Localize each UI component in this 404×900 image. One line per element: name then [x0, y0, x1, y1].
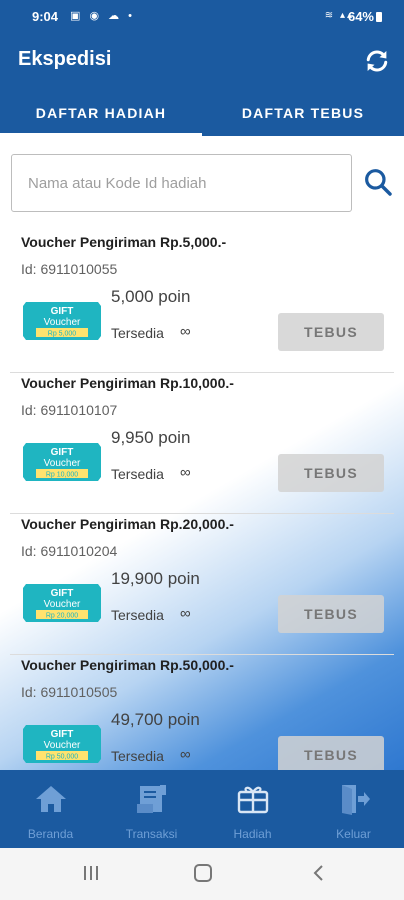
- gift-voucher-image: GIFT Voucher Rp 20,000: [23, 584, 101, 622]
- item-title: Voucher Pengiriman Rp.10,000.-: [21, 375, 234, 391]
- list-item: Voucher Pengiriman Rp.10,000.- Id: 69110…: [0, 373, 404, 514]
- bottom-nav: Beranda Transaksi Hadiah Keluar: [0, 770, 404, 848]
- nav-beranda[interactable]: Beranda: [0, 770, 101, 848]
- item-availability: Tersedia: [111, 325, 164, 341]
- item-title: Voucher Pengiriman Rp.5,000.-: [21, 234, 227, 250]
- item-id: Id: 6911010055: [21, 261, 118, 277]
- search-icon[interactable]: [362, 166, 394, 198]
- item-availability: Tersedia: [111, 466, 164, 482]
- voucher-gift-text: GIFT: [51, 447, 74, 458]
- tab-bar: DAFTAR HADIAH DAFTAR TEBUS: [0, 88, 404, 136]
- item-points: 5,000 poin: [111, 287, 191, 306]
- gift-voucher-image: GIFT Voucher Rp 5,000: [23, 302, 101, 340]
- recents-icon[interactable]: [82, 864, 100, 882]
- item-availability: Tersedia: [111, 748, 164, 764]
- item-id: Id: 6911010107: [21, 402, 118, 418]
- nav-transaksi[interactable]: Transaksi: [101, 770, 202, 848]
- tebus-button[interactable]: TEBUS: [278, 313, 384, 351]
- back-icon[interactable]: [309, 863, 329, 883]
- voucher-word-text: Voucher: [44, 740, 81, 751]
- voucher-gift-text: GIFT: [51, 729, 74, 740]
- item-availability: Tersedia: [111, 607, 164, 623]
- nav-label: Keluar: [336, 827, 371, 841]
- tebus-button[interactable]: TEBUS: [278, 454, 384, 492]
- item-stock: ∞: [180, 464, 191, 481]
- item-stock: ∞: [180, 323, 191, 340]
- nav-label: Hadiah: [233, 827, 272, 841]
- battery-icon: [376, 12, 382, 22]
- search-placeholder: Nama atau Kode Id hadiah: [28, 175, 207, 192]
- search-input[interactable]: Nama atau Kode Id hadiah: [11, 154, 352, 212]
- system-nav-bar: [0, 848, 404, 900]
- item-points: 9,950 poin: [111, 428, 191, 447]
- nav-label: Beranda: [27, 827, 74, 841]
- tab-daftar-tebus[interactable]: DAFTAR TEBUS: [202, 88, 404, 136]
- gift-voucher-image: GIFT Voucher Rp 50,000: [23, 725, 101, 763]
- receipt-icon: [137, 785, 166, 813]
- tab-daftar-hadiah[interactable]: DAFTAR HADIAH: [0, 88, 202, 136]
- voucher-amount-text: Rp 20,000: [46, 613, 78, 620]
- home-icon: [36, 786, 66, 812]
- logout-icon: [342, 785, 370, 815]
- app-bar: Ekspedisi: [0, 34, 404, 88]
- voucher-gift-text: GIFT: [51, 588, 74, 599]
- notification-icons: ▣ ◉ ☁ •: [70, 10, 136, 22]
- item-points: 19,900 poin: [111, 569, 200, 588]
- voucher-word-text: Voucher: [44, 317, 81, 328]
- item-stock: ∞: [180, 605, 191, 622]
- list-item: Voucher Pengiriman Rp.20,000.- Id: 69110…: [0, 514, 404, 655]
- item-title: Voucher Pengiriman Rp.50,000.-: [21, 657, 234, 673]
- nav-keluar[interactable]: Keluar: [303, 770, 404, 848]
- status-bar: 9:04 ▣ ◉ ☁ • ≋ ▴▴ 64%: [0, 0, 404, 34]
- tebus-button[interactable]: TEBUS: [278, 595, 384, 633]
- voucher-amount-text: Rp 50,000: [46, 754, 78, 761]
- voucher-word-text: Voucher: [44, 458, 81, 469]
- voucher-amount-text: Rp 5,000: [48, 331, 77, 338]
- nav-hadiah[interactable]: Hadiah: [202, 770, 303, 848]
- voucher-amount-text: Rp 10,000: [46, 472, 78, 479]
- item-points: 49,700 poin: [111, 710, 200, 729]
- battery-level: 64%: [347, 9, 374, 24]
- item-id: Id: 6911010505: [21, 684, 118, 700]
- refresh-icon[interactable]: [362, 46, 392, 76]
- voucher-gift-text: GIFT: [51, 306, 74, 317]
- item-title: Voucher Pengiriman Rp.20,000.-: [21, 516, 234, 532]
- list-item: Voucher Pengiriman Rp.5,000.- Id: 691101…: [0, 232, 404, 373]
- status-time: 9:04: [32, 9, 59, 24]
- tebus-button[interactable]: TEBUS: [278, 736, 384, 774]
- nav-label: Transaksi: [125, 827, 178, 841]
- gift-voucher-image: GIFT Voucher Rp 10,000: [23, 443, 101, 481]
- gift-icon: [237, 786, 269, 814]
- home-button[interactable]: [194, 864, 212, 882]
- item-id: Id: 6911010204: [21, 543, 118, 559]
- item-stock: ∞: [180, 746, 191, 763]
- voucher-word-text: Voucher: [44, 599, 81, 610]
- page-title: Ekspedisi: [18, 48, 112, 70]
